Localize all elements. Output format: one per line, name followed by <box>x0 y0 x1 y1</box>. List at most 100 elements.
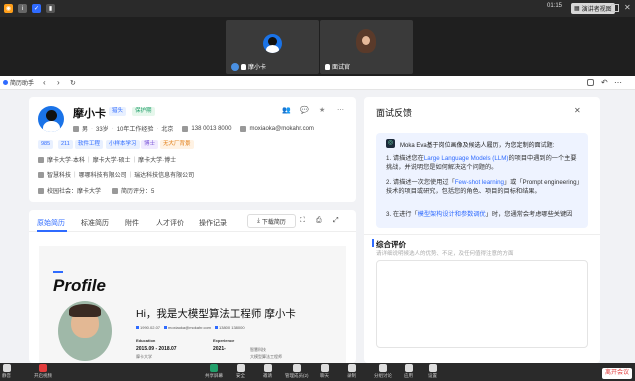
skill-tag: 985 <box>38 140 54 149</box>
settings-button[interactable]: 设置 <box>428 364 437 379</box>
close-icon[interactable]: ✕ <box>574 106 581 115</box>
signal-icon: ▮ <box>46 4 55 13</box>
resume-profile-heading: Profile <box>53 276 106 295</box>
print-icon[interactable]: ⎙ <box>316 217 322 225</box>
mic-icon <box>325 63 330 70</box>
participant-name: 面试官 <box>332 65 351 71</box>
resume-exp-heading: Experience <box>213 338 235 343</box>
invite-icon <box>263 364 272 372</box>
security-shield-icon[interactable]: ✓ <box>32 4 41 13</box>
resume-exp-role: 大模型算法工程师 <box>250 354 282 359</box>
education-item: 摩卡大学·本科 <box>47 158 85 164</box>
resume-birthday: 1990.02.07 <box>136 325 160 330</box>
refresh-icon[interactable]: ↻ <box>70 79 76 87</box>
star-icon[interactable]: ★ <box>319 106 325 114</box>
mute-button[interactable]: 静音 <box>2 364 11 379</box>
members-icon <box>292 364 301 372</box>
resume-score: 简历评分：5 <box>121 189 155 195</box>
download-resume-button[interactable]: ⤓ 下载简历 <box>247 214 296 228</box>
age: 33岁 <box>96 127 109 133</box>
apps-button[interactable]: 应用 <box>404 364 413 379</box>
user-icon <box>231 62 239 71</box>
ai-intro-text: Moka Eva基于岗位画像及候选人履历，为您定制的面试题: <box>400 143 555 149</box>
resume-card: 原始简历 标准简历 附件 人才评价 操作记录 ⤓ 下载简历 ⛶ ⎙ ⤢ Prof… <box>29 210 356 363</box>
fullscreen-icon[interactable]: ⛶ <box>300 217 305 225</box>
scrollbar[interactable] <box>624 92 628 362</box>
history-icon[interactable]: ↶ <box>601 78 608 87</box>
participant-name: 摩小卡 <box>248 65 267 71</box>
candidate-avatar <box>38 106 64 132</box>
question-text: 」时，您通常会考虑哪些关键因 <box>485 211 573 218</box>
company-item: 瑞达科技信息有限公司 <box>134 173 195 179</box>
group-icon[interactable]: 👥 <box>282 106 291 114</box>
forward-arrow-icon[interactable]: › <box>57 78 60 87</box>
candidate-name: 摩小卡 <box>73 108 106 120</box>
gender: 男 <box>82 127 89 133</box>
participant-tile[interactable]: 面试官 <box>320 20 413 74</box>
members-button[interactable]: 管理成员(2) <box>285 364 309 379</box>
invite-button[interactable]: 邀请 <box>263 364 272 379</box>
tab-talent-evaluation[interactable]: 人才评价 <box>156 218 184 228</box>
toolbar-label: 安全 <box>236 373 245 378</box>
screen-share-icon <box>210 364 218 372</box>
participant-tile[interactable]: 摩小卡 <box>226 20 319 74</box>
apps-icon <box>404 364 413 372</box>
skill-tag: 小样本学习 <box>106 140 140 149</box>
security-button[interactable]: 安全 <box>236 364 245 379</box>
video-button[interactable]: 开启视频 <box>34 364 52 379</box>
email-address[interactable]: moxiaoka@mokahr.com <box>249 126 313 132</box>
toolbar-label: 应用 <box>404 373 413 378</box>
skill-tag: 博士 <box>141 140 159 149</box>
chat-icon <box>320 364 329 372</box>
toolbar-label: 静音 <box>2 373 11 378</box>
resume-phone: 13800 138000 <box>215 325 245 330</box>
record-button[interactable]: 录制 <box>347 364 356 379</box>
skill-tag: 无大厂背景 <box>160 140 194 149</box>
back-arrow-icon[interactable]: ‹ <box>43 78 46 87</box>
toolbar-label: 开启视频 <box>34 373 52 378</box>
ai-question-item: 1. 请描述您在Large Language Models (LLM)的项目中遇… <box>386 155 581 172</box>
more-options-icon[interactable]: ⋯ <box>337 106 344 114</box>
shared-app-window: 简历助手 ‹ › ↻ ↶ ⋯ 摩小卡 猎头 保护期 👥 💬 ★ ⋯ 男 · 33岁… <box>0 76 635 363</box>
question-keyword: Large Language Models (LLM) <box>423 155 509 162</box>
toolbar-label: 分组讨论 <box>374 373 392 378</box>
meeting-app-icon[interactable]: ◉ <box>4 4 13 13</box>
grid-view-icon: ▦ <box>574 6 580 12</box>
toolbar-label: 录制 <box>347 373 356 378</box>
leave-meeting-button[interactable]: 离开会议 <box>602 368 633 379</box>
question-text: 2. 请描述一次您使用过「 <box>386 179 455 186</box>
phone-number[interactable]: 138 0013 8000 <box>191 126 231 132</box>
tab-attachments[interactable]: 附件 <box>125 218 139 228</box>
resume-tabs: 原始简历 标准简历 附件 人才评价 操作记录 ⤓ 下载简历 ⛶ ⎙ ⤢ <box>29 210 356 232</box>
view-switch-button[interactable]: ▦ 演讲者视图 <box>571 3 615 14</box>
toolbar-label: 共享屏幕 <box>205 373 223 378</box>
resume-email: moxiaoka@mokahr.com <box>164 325 211 330</box>
participant-name-tag: 面试官 <box>325 62 350 71</box>
more-icon[interactable]: ⋯ <box>614 78 622 87</box>
education-item: 摩卡大学·硕士 <box>92 158 131 164</box>
fullscreen-icon[interactable] <box>611 4 619 12</box>
toolbar-label: 聊天 <box>320 373 329 378</box>
resume-edu-heading: Education <box>136 338 156 343</box>
resume-exp-company: 智慧科技 <box>250 347 266 352</box>
accent-bar <box>53 271 63 273</box>
share-screen-button[interactable]: 共享屏幕 <box>205 364 223 379</box>
info-icon[interactable]: i <box>18 4 27 13</box>
tab-standard-resume[interactable]: 标准简历 <box>81 218 109 228</box>
window-close-icon[interactable]: ✕ <box>624 3 631 12</box>
meeting-top-bar: ◉ i ✓ ▮ 01:15 ▦ 演讲者视图 ✕ <box>0 0 635 17</box>
experience: 10年工作经验 <box>116 127 154 133</box>
resume-exp-year: 2021- <box>213 346 226 352</box>
tab-operation-log[interactable]: 操作记录 <box>199 218 227 228</box>
chat-button[interactable]: 聊天 <box>320 364 329 379</box>
tab-original-resume[interactable]: 原始简历 <box>37 218 65 228</box>
resume-photo <box>58 301 112 361</box>
expand-icon[interactable]: ⤢ <box>333 217 339 225</box>
share-icon[interactable] <box>587 79 594 86</box>
chat-bubble-icon[interactable]: 💬 <box>300 106 309 114</box>
resume-preview[interactable]: Profile Hi，我是大模型算法工程师 摩小卡 1990.02.07 mox… <box>39 246 346 363</box>
breakout-button[interactable]: 分组讨论 <box>374 364 392 379</box>
company-item: 智慧科技 <box>47 173 72 179</box>
person-icon <box>73 125 79 132</box>
evaluation-textarea[interactable] <box>376 260 588 348</box>
